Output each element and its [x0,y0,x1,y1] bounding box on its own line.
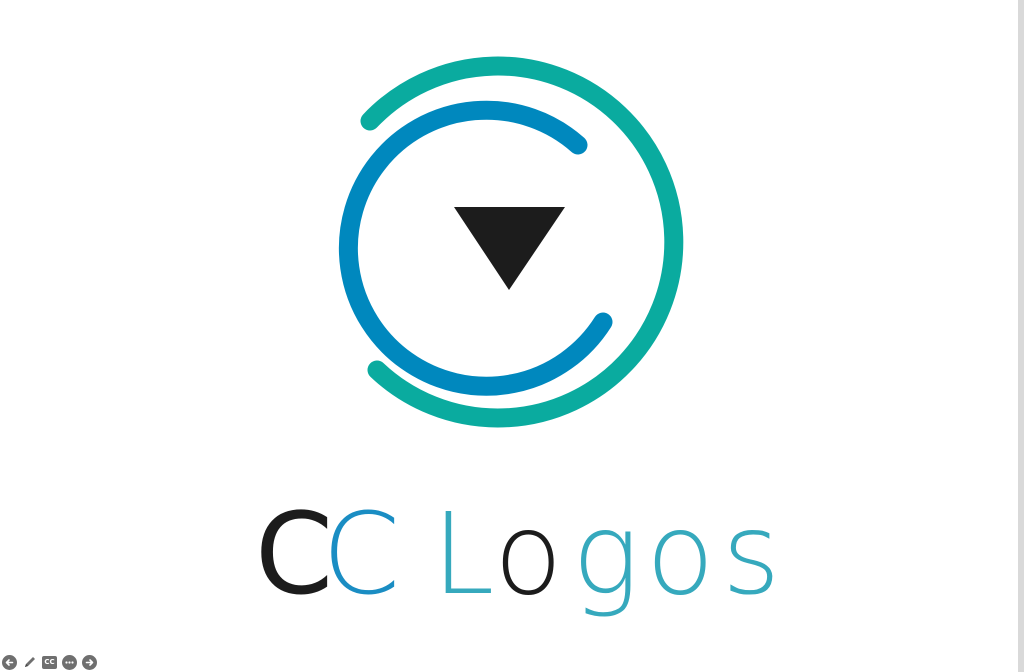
pencil-icon [25,657,35,667]
wordmark-s: s [722,490,780,620]
wordmark-c-blue: C [322,490,400,620]
wordmark-l: L [432,490,494,620]
arrow-left-icon [5,659,14,666]
scrollbar-edge[interactable] [1018,0,1024,672]
inner-ring-icon [338,100,613,396]
wordmark-o-black: o [494,490,563,620]
captions-button[interactable]: CC [42,656,57,669]
cc-logos-graphic: C C L o g o s [252,56,783,623]
slide-canvas: C C L o g o s CC [0,0,1024,672]
wordmark-g: g [572,490,639,620]
pen-tool-button[interactable] [22,655,37,670]
more-options-button[interactable] [62,655,77,670]
next-slide-button[interactable] [82,655,97,670]
play-down-triangle-icon [454,207,565,290]
wordmark-o-teal: o [646,490,715,620]
more-icon [65,661,74,664]
arrow-right-icon [85,659,94,666]
previous-slide-button[interactable] [2,655,17,670]
wordmark: C C L o g o s [252,487,783,623]
slideshow-controls: CC [2,655,97,670]
